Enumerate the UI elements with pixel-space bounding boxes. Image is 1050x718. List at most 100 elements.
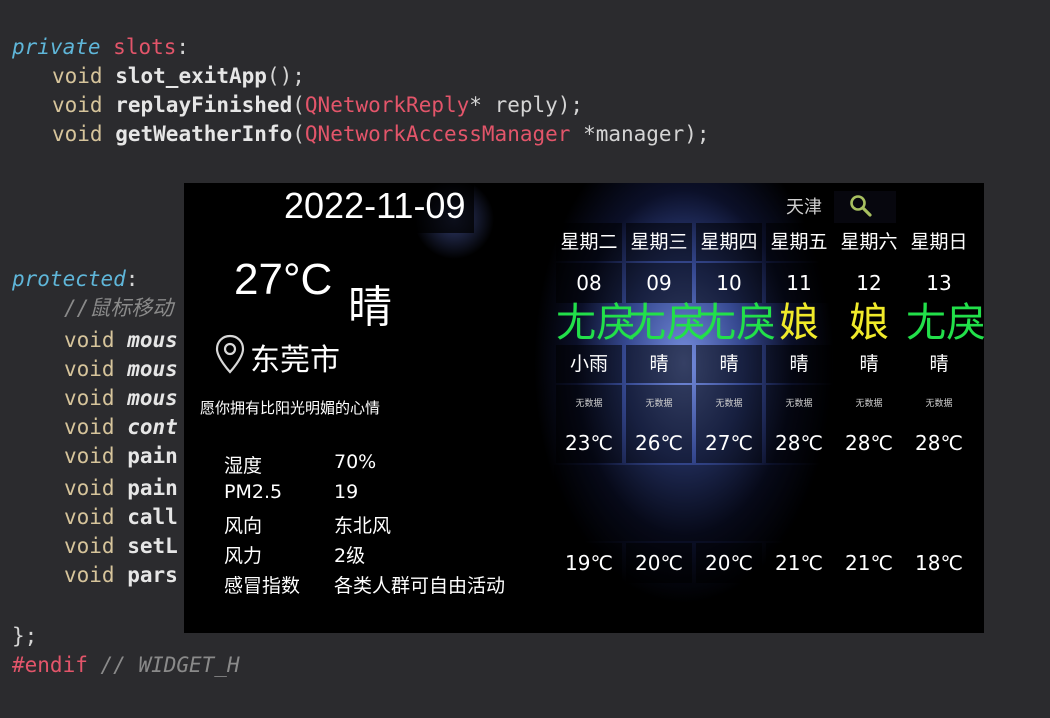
type-keyword: void [52,122,103,146]
function-name: getWeatherInfo [115,122,293,146]
code-line-method: void pain [64,442,178,470]
code-line-method: void mous [64,384,178,412]
forecast-air-quality: 无数据 [906,385,972,423]
location-pin-icon [215,334,245,374]
current-condition: 晴 [348,282,392,333]
type-keyword: void [64,386,115,410]
code-line-replay-finished: void replayFinished(QNetworkReply* reply… [52,91,583,119]
code-line-comment: //鼠标移动 [64,294,173,322]
forecast-date: 08 [556,263,622,303]
punctuation: (); [266,64,305,88]
function-name: pain [127,444,178,468]
type-keyword: void [52,64,103,88]
forecast-high-temp: 28℃ [766,423,832,463]
forecast-weather-icon: 尢戾 [906,300,984,346]
forecast-air-quality: 无数据 [766,385,832,423]
forecast-condition: 晴 [696,345,762,383]
function-name: slot_exitApp [115,64,267,88]
search-city-label[interactable]: 天津 [786,193,822,219]
forecast-condition: 晴 [836,345,902,383]
type-keyword: void [64,328,115,352]
forecast-date: 12 [836,263,902,303]
motto-text: 愿你拥有比阳光明媚的心情 [196,397,385,418]
punctuation: *manager); [570,122,710,146]
function-name: mous [127,328,178,352]
forecast-air-quality: 无数据 [696,385,762,423]
function-name: pain [127,476,178,500]
code-line-private-slots: private slots: [12,33,189,61]
type-keyword: void [52,93,103,117]
forecast-condition: 晴 [906,345,972,383]
function-name: setL [127,534,178,558]
forecast-weather-icon: 尢戾 [626,300,706,346]
wind-direction-value: 东北风 [334,515,392,537]
code-line-method: void mous [64,326,178,354]
forecast-low-temp: 21℃ [766,543,832,583]
forecast-weekday: 星期六 [836,223,902,261]
punctuation: }; [12,624,38,648]
forecast-condition: 小雨 [556,345,622,383]
forecast-air-quality: 无数据 [556,385,622,423]
keyword: slots [113,35,177,59]
city-name: 东莞市 [250,343,340,378]
forecast-high-temp: 28℃ [906,423,972,463]
forecast-weekday: 星期五 [766,223,832,261]
forecast-air-quality: 无数据 [626,385,692,423]
punctuation: * reply); [469,93,584,117]
type-keyword: void [64,505,115,529]
forecast-high-temp: 27℃ [696,423,762,463]
code-line-close: }; [12,622,37,650]
punctuation: : [176,35,190,59]
cold-index-label: 感冒指数 [224,575,301,597]
forecast-weekday: 星期三 [626,223,692,261]
wind-direction-label: 风向 [224,515,263,537]
forecast-low-temp: 20℃ [696,543,762,583]
keyword: private [12,35,101,59]
code-line-method: void call [64,503,178,531]
function-name: pars [127,563,178,587]
code-line-method: void cont [64,413,178,441]
temperature-curve-area [554,465,980,541]
forecast-date: 10 [696,263,762,303]
weather-widget[interactable]: 2022-11-09 27°C 晴 东莞市 愿你拥有比阳光明媚的心情 湿度 70… [184,183,984,633]
class-name: QNetworkReply [304,93,470,117]
preprocessor-directive: #endif [12,653,88,677]
keyword: protected [12,267,126,291]
forecast-date: 11 [766,263,832,303]
code-line-method: void setL [64,532,178,560]
forecast-high-temp: 26℃ [626,423,692,463]
forecast-weather-icon: 娘 [849,300,889,346]
wind-force-label: 风力 [224,545,263,567]
forecast-date: 09 [626,263,692,303]
type-keyword: void [64,357,115,381]
type-keyword: void [64,415,115,439]
forecast-low-temp: 19℃ [556,543,622,583]
code-line-method: void pars [64,561,178,589]
forecast-weather-icon: 尢戾 [696,300,776,346]
punctuation: ( [292,122,305,146]
function-name: cont [127,415,178,439]
forecast-air-quality: 无数据 [836,385,902,423]
code-line-get-weather-info: void getWeatherInfo(QNetworkAccessManage… [52,120,710,148]
type-keyword: void [64,534,115,558]
forecast-condition: 晴 [626,345,692,383]
type-keyword: void [64,563,115,587]
class-name: QNetworkAccessManager [304,122,571,146]
code-line-protected: protected: [12,265,138,293]
pm25-label: PM2.5 [224,481,283,503]
function-name: mous [127,386,178,410]
code-line-endif: #endif // WIDGET_H [12,651,240,679]
comment: //鼠标移动 [64,296,174,320]
forecast-weekday: 星期四 [696,223,762,261]
forecast-weather-icon: 娘 [779,300,819,346]
forecast-high-temp: 28℃ [836,423,902,463]
search-icon[interactable] [848,193,874,219]
forecast-low-temp: 20℃ [626,543,692,583]
function-name: mous [127,357,178,381]
wind-force-value: 2级 [334,545,366,567]
forecast-weather-icon: 尢戾 [556,300,636,346]
code-line-method: void pain [64,474,178,502]
pm25-value: 19 [334,481,359,503]
comment: // WIDGET_H [100,653,240,677]
forecast-date: 13 [906,263,972,303]
